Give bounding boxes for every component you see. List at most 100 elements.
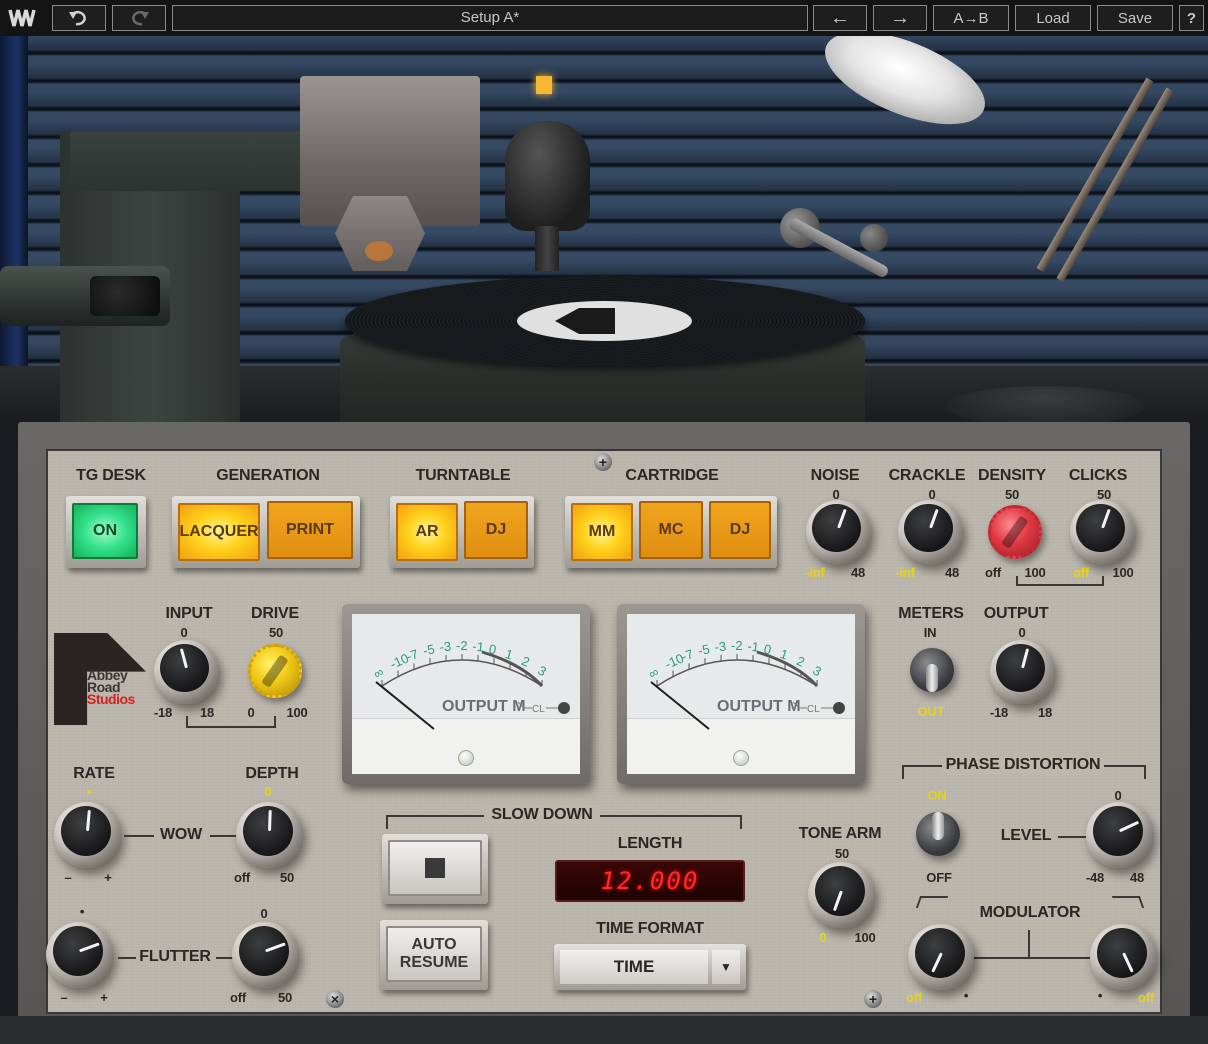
load-button[interactable]: Load [1015, 5, 1091, 31]
time-format-value[interactable]: TIME [560, 950, 708, 984]
cartridge-dj-button[interactable]: DJ [709, 501, 771, 559]
wow-rate-center-value: • [86, 784, 92, 799]
save-button[interactable]: Save [1097, 5, 1173, 31]
drive-label: DRIVE [251, 605, 299, 622]
tonearm-counterweight [860, 224, 888, 252]
input-label: INPUT [165, 605, 213, 622]
modulator-label: MODULATOR [979, 904, 1081, 921]
meter-scale-label: -5 [422, 641, 436, 658]
meter-scale-label: ∞ [646, 664, 662, 682]
tg-desk-on-button[interactable]: ON [72, 503, 138, 559]
phase-distortion-label: PHASE DISTORTION [942, 756, 1104, 774]
generation-lacquer-button[interactable]: LACQUER [178, 503, 260, 561]
help-button[interactable]: ? [1179, 5, 1204, 31]
screw-icon: × [326, 990, 344, 1008]
noise-knob[interactable] [806, 500, 870, 564]
lathe-bracket [70, 131, 310, 191]
wow-connector-line [124, 835, 154, 837]
clicks-label: CLICKS [1068, 467, 1128, 484]
drive-trim-knob[interactable] [248, 644, 302, 698]
time-format-dropdown[interactable]: TIME ▼ [554, 944, 746, 990]
flutter-depth-knob[interactable] [232, 922, 298, 988]
output-knob[interactable] [990, 640, 1054, 704]
meter-scale-label: 2 [794, 653, 807, 670]
clip-label: CL [807, 704, 820, 715]
phase-distortion-toggle[interactable] [916, 812, 960, 856]
panel-bottom-edge [0, 1016, 1208, 1044]
meter-scale-label: 0 [488, 641, 498, 657]
time-format-label: TIME FORMAT [596, 920, 704, 937]
clip-led-icon [558, 702, 570, 714]
cartridge-mm-button[interactable]: MM [571, 503, 633, 561]
meter-caption: OUTPUT M [717, 698, 801, 715]
phase-distortion-off-label: OFF [926, 870, 952, 885]
wow-depth-label: DEPTH [245, 765, 299, 782]
density-label: DENSITY [978, 467, 1046, 484]
auto-resume-button[interactable]: AUTO RESUME [386, 926, 482, 982]
auto-resume-label-line2: RESUME [399, 954, 469, 971]
flutter-rate-center-value: • [79, 904, 85, 919]
clicks-knob[interactable] [1070, 500, 1134, 564]
level-connector-line [1058, 836, 1086, 838]
output-center-value: 0 [1018, 625, 1026, 640]
dropdown-arrow-icon[interactable]: ▼ [712, 950, 740, 984]
modulator-left-knob[interactable] [908, 924, 974, 990]
lathe-microscope-lens [90, 276, 160, 316]
undo-button[interactable] [52, 5, 106, 31]
preset-name-field[interactable]: Setup A* [172, 5, 808, 31]
meter-zero-adjust-screw[interactable] [458, 750, 474, 766]
length-display[interactable]: 12.000 [555, 860, 745, 902]
turntable-dj-button[interactable]: DJ [464, 501, 528, 559]
input-knob[interactable] [154, 640, 218, 704]
meter-needle [375, 681, 435, 730]
modulator-connector-line [1028, 930, 1030, 958]
meters-in-label: IN [923, 625, 937, 640]
slow-down-stop-button[interactable] [388, 840, 482, 896]
meter-scale-label: -2 [456, 638, 468, 653]
meter-scale-label: -3 [714, 639, 727, 655]
modulator-right-max-value: off [1138, 990, 1154, 1005]
density-trim-knob[interactable] [988, 505, 1042, 559]
crackle-min-value: -inf [895, 565, 915, 580]
generation-print-button[interactable]: PRINT [267, 501, 353, 559]
level-max-value: 48 [1129, 870, 1145, 885]
tone-arm-knob[interactable] [808, 862, 874, 928]
wow-depth-min-value: off [234, 870, 250, 885]
modulator-right-min-value: • [1097, 988, 1103, 1003]
input-drive-bracket [186, 716, 276, 728]
drive-max-value: 100 [286, 705, 308, 720]
next-preset-button[interactable]: → [873, 5, 927, 31]
output-meter-left: ∞ -10 -7 -5 -3 -2 -1 0 1 2 3 OUTPUT M CL [342, 604, 590, 784]
logo-text-line: Studios [87, 691, 135, 707]
meters-in-out-toggle[interactable] [910, 648, 954, 692]
tone-arm-max-value: 100 [854, 930, 876, 945]
meter-scale-label: -1 [472, 638, 485, 654]
flutter-rate-knob[interactable] [46, 922, 112, 988]
generation-label: GENERATION [216, 467, 320, 484]
wow-depth-knob[interactable] [236, 802, 302, 868]
phase-distortion-level-knob[interactable] [1086, 802, 1152, 868]
modulator-right-knob[interactable] [1090, 924, 1156, 990]
input-center-value: 0 [180, 625, 188, 640]
output-label: OUTPUT [983, 605, 1049, 622]
turntable-ar-button[interactable]: AR [396, 503, 458, 561]
lamp-base [945, 386, 1145, 426]
meter-scale-label: 2 [519, 653, 532, 670]
tone-arm-min-value: 0 [819, 930, 827, 945]
cartridge-mc-button[interactable]: MC [639, 501, 703, 559]
microscope-stem [535, 226, 559, 271]
meter-zero-adjust-screw[interactable] [733, 750, 749, 766]
plugin-toolbar: Setup A* ← → A→B Load Save ? [0, 0, 1208, 36]
redo-button[interactable] [112, 5, 166, 31]
wow-rate-knob[interactable] [54, 802, 120, 868]
wow-rate-label: RATE [73, 765, 115, 782]
meter-needle [650, 681, 710, 730]
a-to-b-button[interactable]: A→B [933, 5, 1009, 31]
crackle-knob[interactable] [898, 500, 962, 564]
meter-scale-label: -3 [439, 639, 452, 655]
waves-logo-icon[interactable] [6, 4, 42, 32]
meters-label: METERS [898, 605, 964, 622]
cartridge-label: CARTRIDGE [625, 467, 719, 484]
previous-preset-button[interactable]: ← [813, 5, 867, 31]
wow-connector-line [210, 835, 238, 837]
